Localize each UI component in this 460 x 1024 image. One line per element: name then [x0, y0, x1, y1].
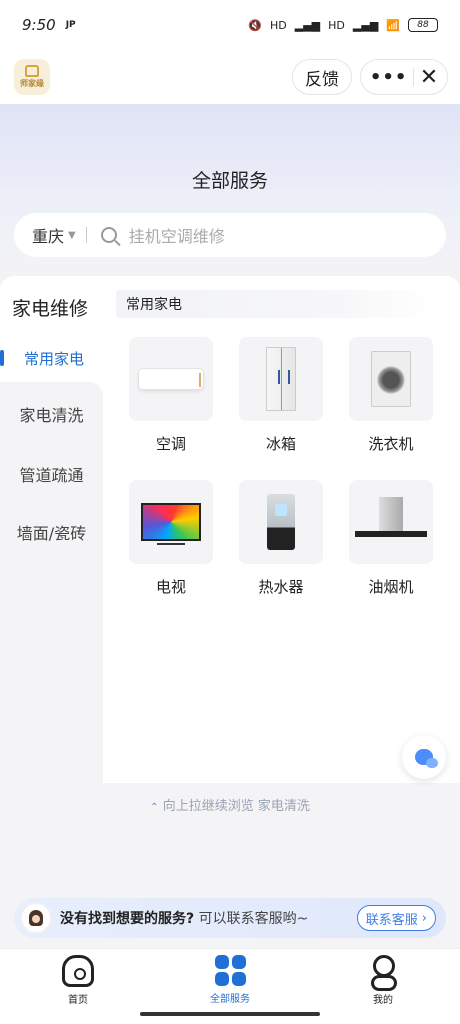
section-header: 常用家电: [116, 290, 436, 318]
arrow-up-icon: ⌃: [150, 802, 159, 813]
chevron-right-icon: ›: [421, 910, 427, 926]
sidebar-item-wall-tile[interactable]: 墙面/瓷砖: [0, 520, 103, 544]
city-selector[interactable]: 重庆 ▼: [32, 223, 76, 247]
home-indicator: [140, 1012, 320, 1016]
chat-float-button[interactable]: [402, 735, 446, 779]
cs-message-bold: 没有找到想要的服务?: [60, 911, 195, 927]
signal-icon: ▂▄▆: [294, 18, 321, 32]
battery-icon: 88: [408, 18, 438, 32]
app-bar: 师家缘 反馈 ••• ✕: [0, 50, 460, 104]
status-left: 9:50 JP: [22, 16, 76, 34]
air-conditioner-icon: [138, 368, 204, 390]
customer-service-banner: 没有找到想要的服务? 可以联系客服哟~ 联系客服 ›: [14, 898, 446, 938]
service-tile-range-hood[interactable]: 油烟机: [349, 480, 433, 597]
user-icon: [367, 955, 399, 991]
tile-image: [239, 480, 323, 564]
tile-label: 洗衣机: [368, 435, 414, 453]
status-time: 9:50: [22, 16, 56, 34]
caret-down-icon: ▼: [68, 229, 76, 241]
service-tile-washing-machine[interactable]: 洗衣机: [349, 337, 433, 454]
agent-avatar-icon: [29, 910, 43, 926]
close-button[interactable]: ✕: [420, 65, 438, 90]
status-bar: 9:50 JP 🔇 HD ▂▄▆ HD ▂▄▆ 📶 88: [0, 0, 460, 50]
tile-label: 冰箱: [265, 435, 296, 453]
page-title: 全部服务: [191, 170, 268, 192]
range-hood-icon: [355, 497, 427, 547]
app-bar-actions: 反馈 ••• ✕: [292, 59, 448, 95]
tile-image: [349, 480, 433, 564]
capsule-divider: [413, 68, 415, 86]
hd-signal-1: HD: [270, 18, 287, 32]
pull-up-hint: ⌃ 向上拉继续浏览 家电清洗: [0, 795, 460, 814]
sidebar-item-appliance-cleaning[interactable]: 家电清洗: [0, 402, 103, 426]
search-divider: [85, 227, 87, 243]
service-tile-refrigerator[interactable]: 冰箱: [239, 337, 323, 454]
tile-image: [239, 337, 323, 421]
tab-all-services[interactable]: 全部服务: [180, 955, 280, 1005]
tile-label: 热水器: [258, 578, 304, 596]
home-icon: [62, 955, 94, 987]
feedback-button[interactable]: 反馈: [292, 59, 352, 95]
signal-icon-2: ▂▄▆: [352, 18, 379, 32]
mute-icon: 🔇: [248, 18, 263, 32]
tile-label: 空调: [155, 435, 186, 453]
tab-all-services-label: 全部服务: [210, 994, 250, 1005]
search-bar[interactable]: 重庆 ▼ 挂机空调维修: [14, 213, 446, 257]
app-logo: 师家缘: [14, 59, 50, 95]
tile-label: 油烟机: [368, 578, 414, 596]
more-button[interactable]: •••: [370, 67, 408, 88]
contact-service-button[interactable]: 联系客服 ›: [356, 905, 436, 931]
sidebar-title: 家电维修: [12, 298, 89, 320]
wifi-icon: 📶: [386, 18, 400, 32]
chat-bubble-icon: [415, 749, 438, 768]
sidebar-item-pipe-unclogging[interactable]: 管道疏通: [0, 462, 103, 486]
search-icon: [100, 227, 117, 243]
pull-up-hint-text: 向上拉继续浏览 家电清洗: [162, 799, 310, 814]
cs-message: 没有找到想要的服务? 可以联系客服哟~: [60, 908, 357, 928]
service-tile-water-heater[interactable]: 热水器: [239, 480, 323, 597]
tab-me-label: 我的: [373, 995, 393, 1006]
service-tile-television[interactable]: 电视: [129, 480, 213, 597]
mini-program-capsule: ••• ✕: [360, 59, 448, 95]
tile-label: 电视: [155, 578, 186, 596]
house-icon: [25, 65, 39, 77]
cs-message-rest: 可以联系客服哟~: [198, 911, 309, 927]
tile-image: [349, 337, 433, 421]
washing-machine-icon: [371, 351, 411, 407]
search-input[interactable]: 挂机空调维修: [129, 223, 225, 247]
tile-image: [129, 480, 213, 564]
refrigerator-icon: [266, 347, 296, 411]
sidebar-rest: [0, 382, 103, 783]
sidebar-item-common-appliances[interactable]: 常用家电: [0, 332, 103, 384]
status-right: 🔇 HD ▂▄▆ HD ▂▄▆ 📶 88: [248, 18, 438, 32]
television-icon: [141, 503, 201, 545]
tile-image: [129, 337, 213, 421]
hd-signal-2: HD: [328, 18, 345, 32]
service-tile-air-conditioner[interactable]: 空调: [129, 337, 213, 454]
water-heater-icon: [267, 494, 295, 550]
tab-home[interactable]: 首页: [28, 955, 128, 1006]
agent-avatar: [20, 902, 52, 934]
tab-me[interactable]: 我的: [333, 955, 433, 1006]
tab-home-label: 首页: [68, 995, 88, 1006]
city-name: 重庆: [32, 227, 65, 246]
hero-background: [0, 104, 460, 294]
logo-text: 师家缘: [20, 79, 44, 88]
grid-icon: [214, 955, 246, 986]
contact-service-label: 联系客服: [365, 912, 418, 928]
status-indicator: JP: [65, 20, 76, 30]
category-sidebar: 家电维修 常用家电 家电清洗 管道疏通 墙面/瓷砖: [0, 276, 103, 783]
